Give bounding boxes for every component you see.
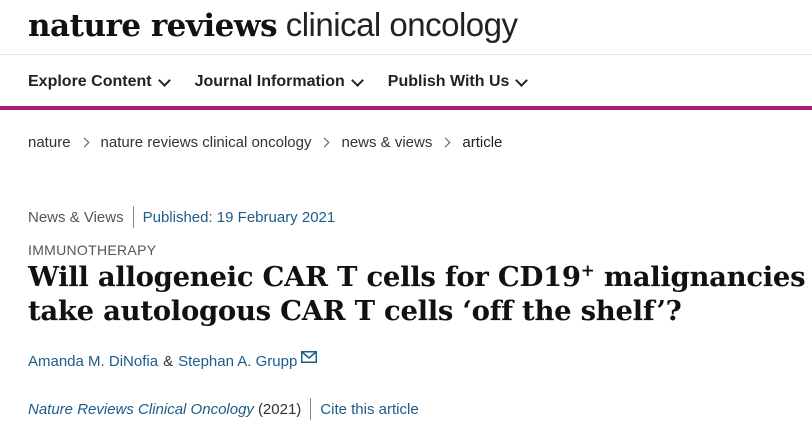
breadcrumb-article: article [462, 134, 503, 151]
journal-logo[interactable]: nature reviews clinical oncology [28, 6, 518, 44]
cite-this-article-link[interactable]: Cite this article [320, 401, 418, 418]
article-title: Will allogeneic CAR T cells for CD19+ ma… [28, 260, 808, 328]
main-nav: Explore Content Journal Information Publ… [28, 70, 529, 94]
nav-journal-information-label: Journal Information [194, 73, 345, 90]
site-header: nature reviews clinical oncology [28, 0, 812, 54]
breadcrumb-news-views[interactable]: news & views [341, 134, 432, 151]
published-date: Published: 19 February 2021 [142, 208, 336, 226]
title-superscript: + [580, 260, 595, 281]
author-list: Amanda M. DiNofia & Stephan A. Grupp [28, 350, 318, 370]
article-meta: News & Views Published: 19 February 2021 [28, 206, 335, 228]
nav-explore-content[interactable]: Explore Content [28, 70, 171, 94]
chevron-down-icon [515, 73, 529, 87]
title-text-part1: Will allogeneic CAR T cells for CD19 [28, 261, 581, 293]
nav-publish-with-us-label: Publish With Us [387, 73, 510, 90]
nav-publish-with-us[interactable]: Publish With Us [387, 70, 529, 94]
nav-explore-content-label: Explore Content [28, 73, 152, 90]
mail-icon[interactable] [301, 350, 318, 367]
breadcrumb-nature[interactable]: nature [28, 134, 71, 151]
breadcrumb-journal[interactable]: nature reviews clinical oncology [101, 134, 312, 151]
chevron-right-icon [79, 137, 89, 148]
breadcrumb: nature nature reviews clinical oncology … [28, 134, 502, 151]
chevron-down-icon [157, 73, 171, 87]
author-link[interactable]: Amanda M. DiNofia [28, 353, 158, 370]
logo-bold-text: nature reviews [28, 8, 278, 44]
author-link[interactable]: Stephan A. Grupp [178, 353, 297, 370]
chevron-right-icon [320, 137, 330, 148]
chevron-right-icon [440, 137, 451, 148]
logo-light-text: clinical oncology [285, 6, 518, 43]
header-divider [0, 54, 812, 55]
author-separator: & [163, 353, 174, 370]
chevron-down-icon [350, 73, 364, 87]
nav-journal-information[interactable]: Journal Information [194, 70, 364, 94]
citation-divider [310, 398, 312, 420]
meta-divider [132, 206, 134, 228]
article-subject[interactable]: IMMUNOTHERAPY [28, 242, 156, 258]
article-type: News & Views [28, 208, 124, 226]
citation-year: (2021) [257, 400, 302, 418]
journal-name[interactable]: Nature Reviews Clinical Oncology [28, 401, 254, 418]
nav-accent-bar [0, 106, 812, 110]
citation-line: Nature Reviews Clinical Oncology (2021) … [28, 398, 419, 420]
